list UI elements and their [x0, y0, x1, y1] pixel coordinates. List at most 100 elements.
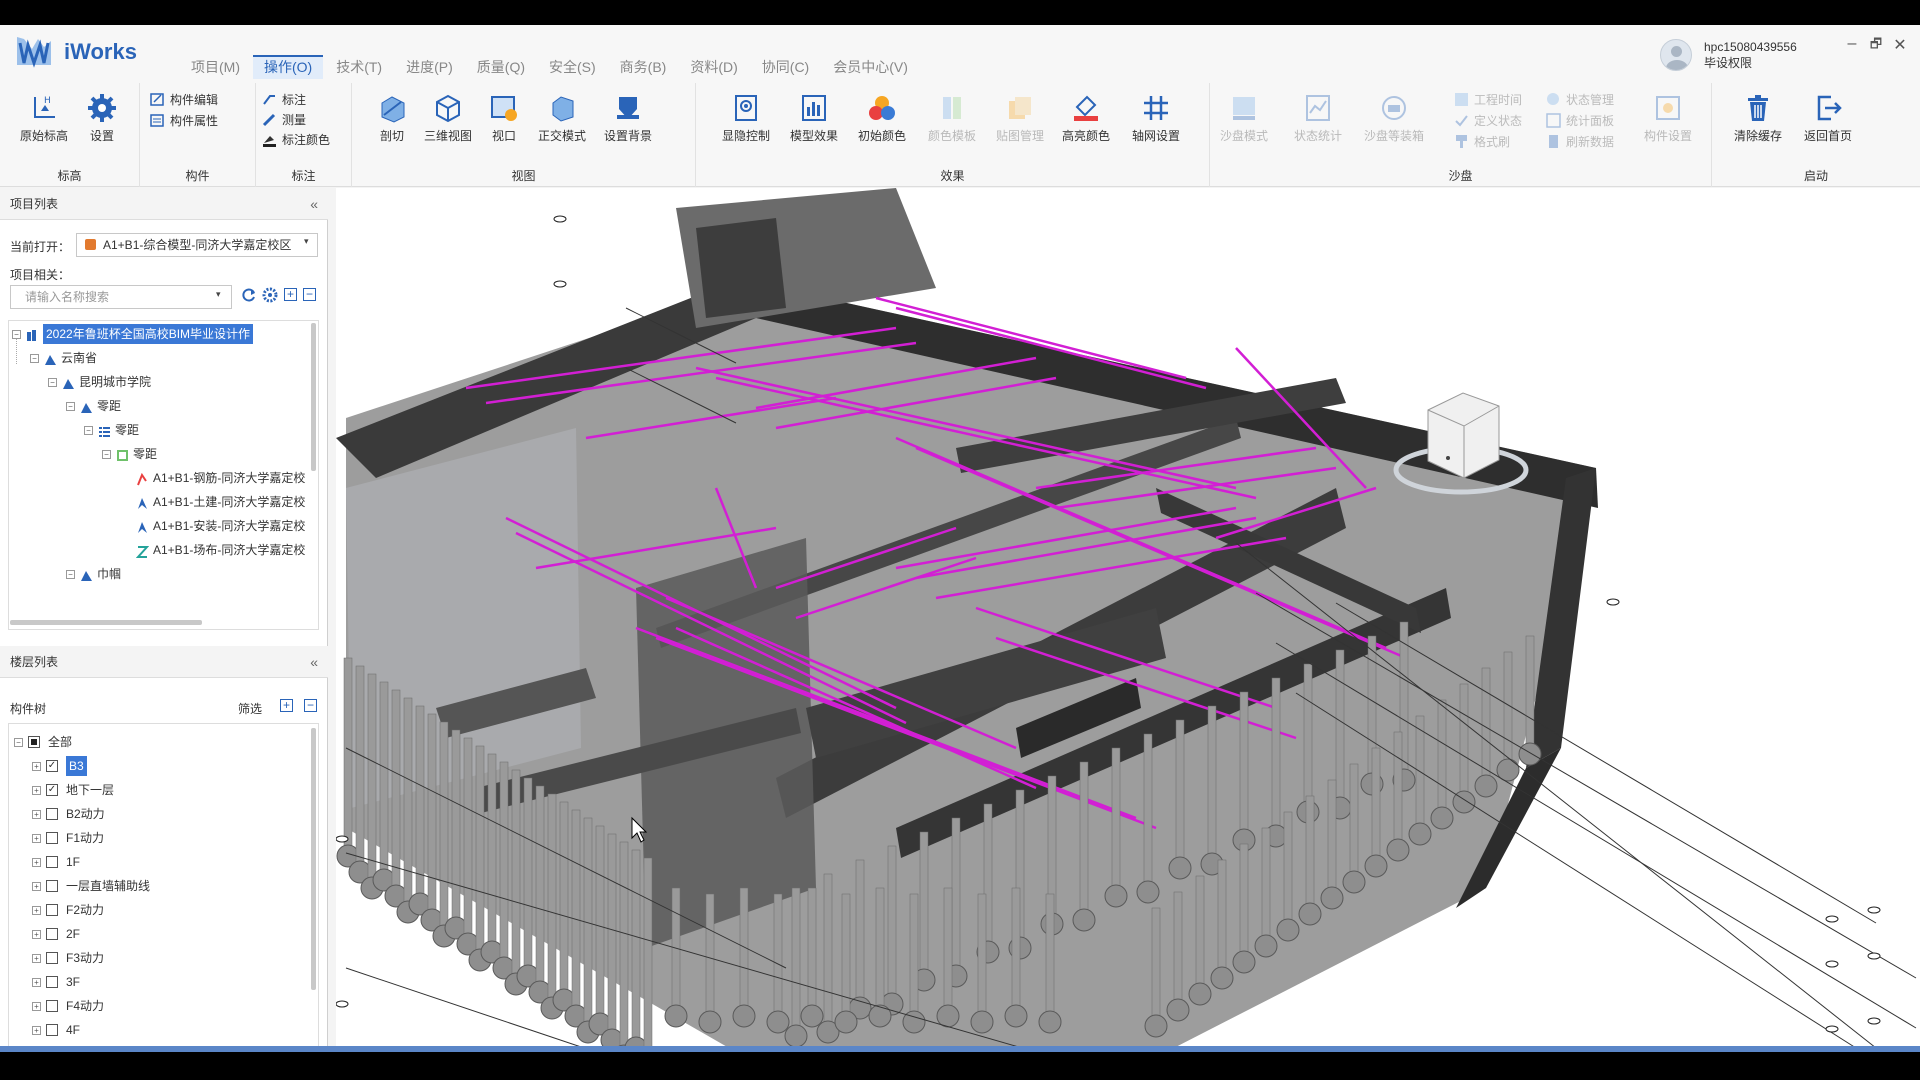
floor-expand-all-icon[interactable]: +: [280, 699, 293, 712]
tree-expander[interactable]: +: [32, 785, 41, 795]
tree-expander[interactable]: +: [32, 1025, 41, 1035]
format-brush-button[interactable]: 格式刷: [1454, 131, 1510, 151]
floor-tree-item[interactable]: + 一层直墙辅助线: [32, 876, 150, 896]
set-background-button[interactable]: 设置背景: [598, 93, 658, 144]
menu-technology[interactable]: 技术(T): [325, 55, 393, 79]
tree-expander[interactable]: +: [32, 929, 41, 939]
floor-checkbox[interactable]: [46, 856, 58, 868]
floor-checkbox[interactable]: [46, 880, 58, 892]
user-area[interactable]: hpc15080439556 毕设权限: [1660, 39, 1797, 71]
floor-tree-item[interactable]: + F2动力: [32, 900, 104, 920]
viewport-button[interactable]: 视口: [474, 93, 534, 144]
floor-tree-item[interactable]: +1F: [32, 852, 80, 872]
sandbox-mode-button[interactable]: 沙盘模式: [1214, 93, 1274, 144]
tree-expander[interactable]: −: [14, 737, 23, 747]
menu-business[interactable]: 商务(B): [609, 55, 678, 79]
sandbox-equipment-button[interactable]: 沙盘等装箱: [1354, 93, 1434, 144]
bim-model-render[interactable]: [336, 188, 1920, 1052]
collapse-floor-list-button[interactable]: «: [310, 646, 318, 678]
project-search-input[interactable]: 请输入名称搜索: [10, 285, 232, 309]
tree-expander[interactable]: +: [32, 953, 41, 963]
restore-button[interactable]: 🗗: [1866, 35, 1886, 57]
axis-grid-settings-button[interactable]: 轴网设置: [1126, 93, 1186, 144]
view-3d-button[interactable]: 三维视图: [418, 93, 478, 144]
texture-manager-button[interactable]: 贴图管理: [990, 93, 1050, 144]
menu-progress[interactable]: 进度(P): [395, 55, 464, 79]
annotate-button[interactable]: 标注: [262, 89, 306, 109]
tree-expander[interactable]: +: [32, 1001, 41, 1011]
floor-collapse-all-icon[interactable]: −: [304, 699, 317, 712]
tree-settings-gear-icon[interactable]: [262, 287, 278, 303]
menu-member-center[interactable]: 会员中心(V): [822, 55, 919, 79]
floor-tree-vscrollbar[interactable]: [311, 728, 316, 990]
tree-expander[interactable]: +: [32, 881, 41, 891]
component-settings-button[interactable]: 构件设置: [1638, 93, 1698, 144]
define-status-button[interactable]: 定义状态: [1454, 110, 1522, 130]
measure-button[interactable]: 测量: [262, 109, 306, 129]
annotate-color-button[interactable]: 标注颜色: [262, 129, 330, 149]
menu-collaboration[interactable]: 协同(C): [751, 55, 820, 79]
avatar[interactable]: [1660, 39, 1692, 71]
sandbox-icon: [1229, 93, 1259, 123]
current-project-select[interactable]: A1+B1-综合模型-同济大学嘉定校区: [76, 233, 318, 257]
floor-tree-item[interactable]: + ✓ 地下一层: [32, 780, 114, 800]
project-time-button[interactable]: 工程时间: [1454, 89, 1522, 109]
color-template-button[interactable]: 颜色模板: [922, 93, 982, 144]
minimize-button[interactable]: –: [1842, 35, 1862, 53]
visibility-control-button[interactable]: 显隐控制: [716, 93, 776, 144]
original-elevation-button[interactable]: H 原始标高: [14, 93, 74, 144]
highlight-color-button[interactable]: 高亮颜色: [1056, 93, 1116, 144]
floor-checkbox[interactable]: ✓: [46, 760, 58, 772]
floor-tree-item[interactable]: +4F: [32, 1020, 80, 1040]
collapse-project-list-button[interactable]: «: [310, 188, 318, 220]
menu-operation[interactable]: 操作(O): [253, 55, 324, 79]
menu-project[interactable]: 项目(M): [180, 55, 251, 79]
menu-safety[interactable]: 安全(S): [538, 55, 607, 79]
floor-checkbox[interactable]: [46, 928, 58, 940]
settings-button[interactable]: 设置: [72, 93, 132, 144]
floor-checkbox[interactable]: [46, 832, 58, 844]
model-3d-viewport[interactable]: [336, 188, 1920, 1052]
model-effect-button[interactable]: 模型效果: [784, 93, 844, 144]
close-button[interactable]: ✕: [1890, 35, 1910, 55]
refresh-icon[interactable]: [241, 287, 257, 303]
floor-tree-item[interactable]: + ✓ B3: [32, 756, 87, 776]
floor-checkbox[interactable]: [46, 1000, 58, 1012]
floor-tree-item[interactable]: + F3动力: [32, 948, 104, 968]
tree-expander[interactable]: +: [32, 857, 41, 867]
floor-tree-root[interactable]: − 全部: [14, 732, 72, 752]
collapse-all-icon[interactable]: −: [303, 288, 316, 301]
tree-expander[interactable]: +: [32, 809, 41, 819]
floor-checkbox[interactable]: ✓: [46, 784, 58, 796]
initial-color-button[interactable]: 初始颜色: [852, 93, 912, 144]
clear-cache-button[interactable]: 清除缓存: [1728, 93, 1788, 144]
statistics-panel-button[interactable]: 统计面板: [1546, 110, 1614, 130]
floor-checkbox[interactable]: [46, 976, 58, 988]
refresh-data-button[interactable]: 刷新数据: [1546, 131, 1614, 151]
floor-checkbox[interactable]: [46, 808, 58, 820]
floor-tree-item[interactable]: + B2动力: [32, 804, 105, 824]
menu-documents[interactable]: 资料(D): [679, 55, 748, 79]
floor-checkbox[interactable]: [46, 1024, 58, 1036]
floor-tree-item[interactable]: + F4动力: [32, 996, 104, 1016]
status-manager-button[interactable]: 状态管理: [1546, 89, 1614, 109]
component-edit-button[interactable]: 构件编辑: [150, 89, 218, 109]
tree-expander[interactable]: +: [32, 761, 41, 771]
floor-tree-item[interactable]: +2F: [32, 924, 80, 944]
return-home-button[interactable]: 返回首页: [1798, 93, 1858, 144]
floor-checkbox[interactable]: [46, 952, 58, 964]
floor-tree-item[interactable]: +3F: [32, 972, 80, 992]
menu-quality[interactable]: 质量(Q): [466, 55, 536, 79]
floor-checkbox[interactable]: [46, 904, 58, 916]
floor-tree-item[interactable]: + F1动力: [32, 828, 104, 848]
status-statistics-button[interactable]: 状态统计: [1288, 93, 1348, 144]
tree-expander[interactable]: +: [32, 977, 41, 987]
expand-all-icon[interactable]: +: [284, 288, 297, 301]
filter-button[interactable]: 筛选: [238, 700, 262, 717]
ortho-mode-button[interactable]: 正交模式: [532, 93, 592, 144]
tree-expander[interactable]: +: [32, 905, 41, 915]
floor-checkbox[interactable]: [28, 736, 40, 748]
section-button[interactable]: 剖切: [362, 93, 422, 144]
component-attributes-button[interactable]: 构件属性: [150, 110, 218, 130]
tree-expander[interactable]: +: [32, 833, 41, 843]
